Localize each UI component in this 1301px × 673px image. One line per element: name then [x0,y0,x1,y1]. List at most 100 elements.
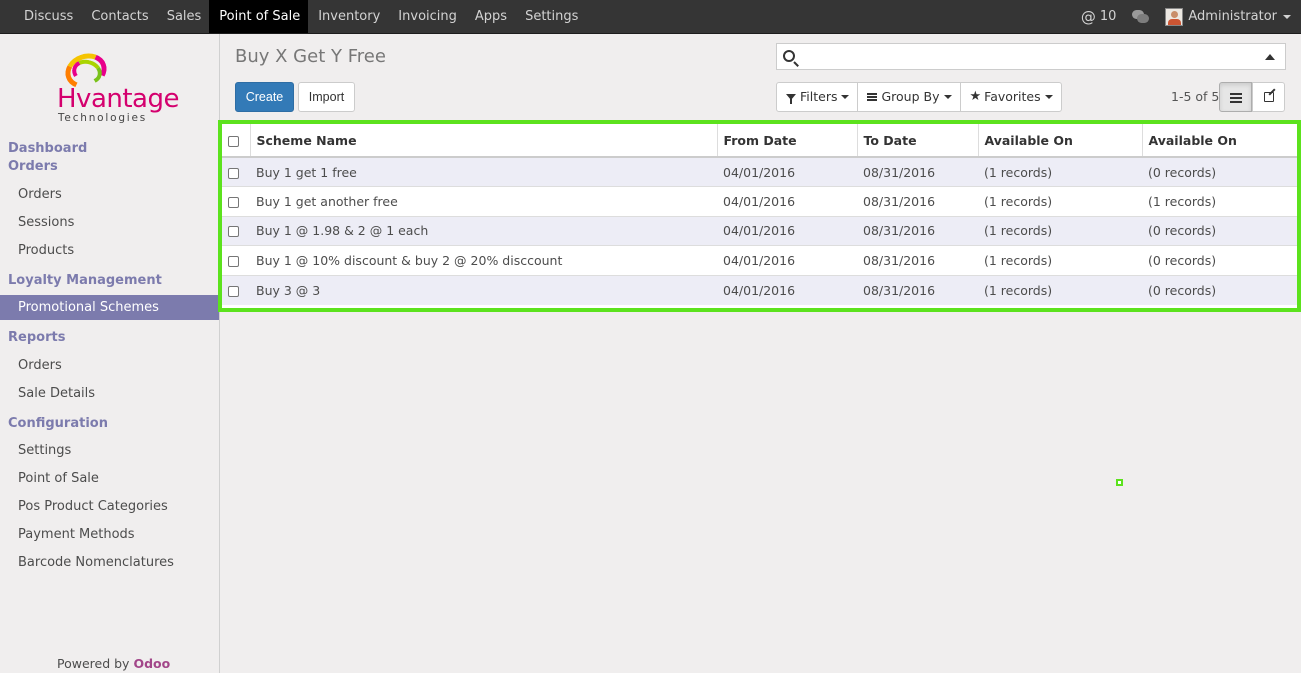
table-cell: (1 records) [978,215,1142,246]
caret-down-icon [841,95,850,99]
sidebar-item-report-orders[interactable]: Orders [0,353,219,378]
row-select-cell [222,274,250,305]
table-row[interactable]: Buy 3 @ 3 04/01/2016 08/31/2016 (1 recor… [222,274,1297,305]
column-header[interactable]: To Date [857,124,979,158]
filter-icon [786,94,796,104]
sidebar-item-orders[interactable]: Orders [0,182,219,207]
table-cell: Buy 1 get another free [250,186,717,216]
row-checkbox[interactable] [228,255,239,267]
logo-brand: Hvantage [57,84,179,114]
row-checkbox[interactable] [228,226,239,238]
table-cell: (1 records) [978,156,1142,187]
table-cell: 08/31/2016 [857,274,978,305]
table-cell: 08/31/2016 [857,245,978,275]
sidebar-section-reports[interactable]: Reports [8,330,65,345]
table-cell: 08/31/2016 [857,186,978,216]
user-menu[interactable]: Administrator [1188,9,1291,24]
favorites-label: Favorites [984,89,1041,104]
sidebar-item-promotional-schemes[interactable]: Promotional Schemes [0,295,219,320]
logo-subtext: Technologies [58,112,148,124]
row-checkbox[interactable] [228,285,239,297]
table-cell: Buy 1 @ 1.98 & 2 @ 1 each [250,215,717,246]
menu-settings[interactable]: Settings [515,0,586,33]
favorites-dropdown[interactable]: ★ Favorites [959,82,1062,112]
sidebar-item-sale-details[interactable]: Sale Details [0,381,219,406]
chat-icon[interactable] [1132,10,1150,23]
page-title: Buy X Get Y Free [235,46,386,67]
filters-label: Filters [800,89,838,104]
row-select-cell [222,245,250,275]
sidebar-item-settings[interactable]: Settings [0,438,219,463]
row-checkbox[interactable] [228,167,239,179]
menu-inventory[interactable]: Inventory [308,0,388,33]
company-logo[interactable]: Hvantage Technologies [55,47,180,127]
table-cell: 08/31/2016 [857,215,978,246]
menu-discuss[interactable]: Discuss [14,0,81,33]
table-cell: Buy 1 @ 10% discount & buy 2 @ 20% discc… [250,245,717,275]
menu-apps[interactable]: Apps [465,0,515,33]
highlight-marker [1116,479,1123,486]
mentions-count[interactable]: 10 [1100,9,1117,24]
list-icon [1230,93,1242,103]
column-header[interactable]: Scheme Name [250,124,718,158]
sidebar-item-sessions[interactable]: Sessions [0,210,219,235]
powered-by: Powered by Odoo [57,656,170,671]
table-cell: 04/01/2016 [717,156,857,187]
sidebar: Hvantage Technologies Dashboard Orders O… [0,34,220,673]
toggle-search-panel-icon[interactable] [1265,54,1275,60]
sidebar-item-payment-methods[interactable]: Payment Methods [0,522,219,547]
table-cell: (0 records) [1142,274,1297,305]
search-options: Filters Group By ★ Favorites [776,82,1062,112]
column-header[interactable]: Available On [978,124,1143,158]
at-sign-icon[interactable]: @ [1081,8,1096,26]
sidebar-item-point-of-sale[interactable]: Point of Sale [0,466,219,491]
search-input[interactable] [803,46,1263,67]
import-button[interactable]: Import [298,82,355,112]
search-bar [776,43,1286,70]
top-navbar: Discuss Contacts Sales Point of Sale Inv… [0,0,1301,34]
table-cell: 04/01/2016 [717,215,857,246]
select-all-checkbox[interactable] [228,135,239,147]
sidebar-item-products[interactable]: Products [0,238,219,263]
menu-point-of-sale[interactable]: Point of Sale [209,0,309,33]
table-cell: 04/01/2016 [717,274,857,305]
table-cell: (1 records) [978,245,1142,275]
table-row[interactable]: Buy 1 get another free 04/01/2016 08/31/… [222,186,1297,216]
form-view-button[interactable] [1252,82,1285,112]
menu-contacts[interactable]: Contacts [81,0,156,33]
group-by-dropdown[interactable]: Group By [857,82,961,112]
column-header[interactable]: Available On [1142,124,1297,158]
select-all-cell [222,124,251,158]
list-view-button[interactable] [1219,82,1252,112]
search-icon [783,50,795,62]
column-header[interactable]: From Date [717,124,858,158]
table-cell: 08/31/2016 [857,156,978,187]
app-menu: Discuss Contacts Sales Point of Sale Inv… [14,0,586,33]
table-header-row: Scheme Name From Date To Date Available … [222,124,1297,158]
create-button[interactable]: Create [235,82,294,112]
sidebar-item-pos-product-categories[interactable]: Pos Product Categories [0,494,219,519]
odoo-link[interactable]: Odoo [133,656,170,671]
sidebar-item-barcode-nomenclatures[interactable]: Barcode Nomenclatures [0,550,219,575]
sidebar-section-loyalty[interactable]: Loyalty Management [8,273,162,288]
table-row[interactable]: Buy 1 @ 1.98 & 2 @ 1 each 04/01/2016 08/… [222,215,1297,246]
table-cell: Buy 1 get 1 free [250,156,717,187]
user-avatar[interactable] [1165,7,1184,26]
row-select-cell [222,215,250,246]
table-cell: (0 records) [1142,156,1297,187]
filters-dropdown[interactable]: Filters [776,82,859,112]
sidebar-section-configuration[interactable]: Configuration [8,416,108,431]
row-checkbox[interactable] [228,196,239,208]
caret-down-icon [1283,14,1291,19]
table-row[interactable]: Buy 1 get 1 free 04/01/2016 08/31/2016 (… [222,156,1297,187]
menu-invoicing[interactable]: Invoicing [388,0,465,33]
pager-value[interactable]: 1-5 of 5 [1171,89,1219,104]
table-row[interactable]: Buy 1 @ 10% discount & buy 2 @ 20% discc… [222,245,1297,275]
table-cell: 04/01/2016 [717,186,857,216]
star-icon: ★ [969,89,982,104]
sidebar-section-orders[interactable]: Orders [8,159,58,174]
menu-sales[interactable]: Sales [157,0,210,33]
edit-icon [1264,92,1274,102]
table-cell: Buy 3 @ 3 [250,274,717,305]
sidebar-section-dashboard[interactable]: Dashboard [8,141,87,156]
